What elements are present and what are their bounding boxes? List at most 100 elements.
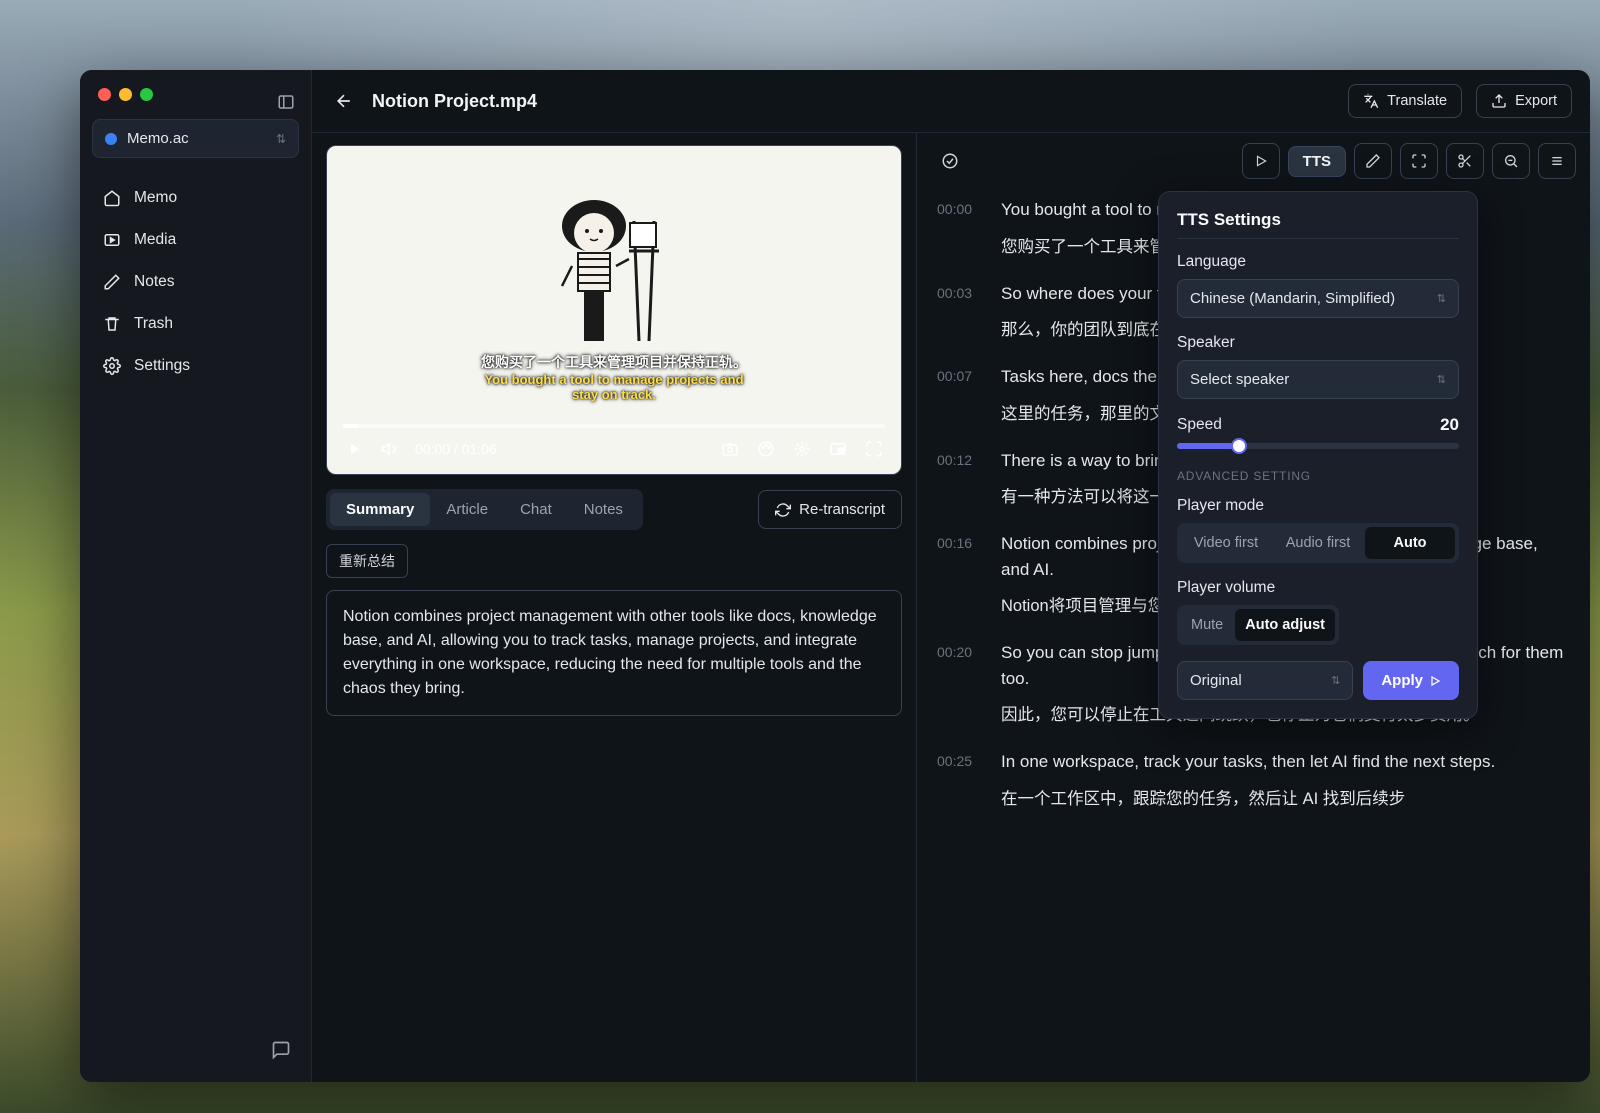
export-label: Export (1515, 93, 1557, 109)
sidebar-item-media[interactable]: Media (92, 220, 299, 260)
transcript-time: 00:12 (937, 448, 983, 518)
tts-button[interactable]: TTS (1288, 146, 1346, 177)
tts-popup-title: TTS Settings (1177, 210, 1459, 230)
translate-icon (1363, 93, 1379, 109)
play-icon[interactable] (343, 438, 365, 460)
transcript-row[interactable]: 00:25 In one workspace, track your tasks… (937, 749, 1570, 819)
app-window: Memo.ac ⇅ Memo Media Notes Trash (80, 70, 1590, 1082)
tab-chat[interactable]: Chat (504, 493, 568, 526)
palette-icon[interactable] (755, 438, 777, 460)
sidebar-toggle-button[interactable] (272, 88, 300, 116)
player-volume-mute[interactable]: Mute (1181, 609, 1233, 641)
edit-button[interactable] (1354, 143, 1392, 179)
retranscript-label: Re-transcript (799, 501, 885, 518)
player-mode-video-first[interactable]: Video first (1181, 527, 1271, 559)
sidebar-item-notes[interactable]: Notes (92, 262, 299, 302)
subtitle-overlay: 您购买了一个工具来管理项目并保持正轨。 You bought a tool to… (471, 352, 758, 402)
sidebar-item-label: Memo (134, 189, 177, 207)
translate-label: Translate (1387, 93, 1447, 109)
play-rect-icon (102, 230, 122, 250)
sidebar-item-trash[interactable]: Trash (92, 304, 299, 344)
menu-button[interactable] (1538, 143, 1576, 179)
volume-icon[interactable] (379, 438, 401, 460)
workspace-name: Memo.ac (127, 130, 266, 147)
speaker-select[interactable]: Select speaker ⇅ (1177, 360, 1459, 399)
transcript-time: 00:20 (937, 640, 983, 735)
transcript-time: 00:03 (937, 281, 983, 351)
search-button[interactable] (1492, 143, 1530, 179)
player-mode-auto[interactable]: Auto (1365, 527, 1455, 559)
player-mode-label: Player mode (1177, 497, 1459, 515)
fullscreen-icon[interactable] (863, 438, 885, 460)
transcript-time: 00:25 (937, 749, 983, 819)
speed-label: Speed (1177, 416, 1222, 434)
player-volume-segments: Mute Auto adjust (1177, 605, 1339, 645)
pencil-icon (102, 272, 122, 292)
subtitle-en: You bought a tool to manage projects and… (471, 372, 758, 402)
language-value: Chinese (Mandarin, Simplified) (1190, 290, 1395, 307)
resummarize-chip[interactable]: 重新总结 (326, 544, 408, 578)
sidebar-item-settings[interactable]: Settings (92, 346, 299, 386)
player-volume-auto-adjust[interactable]: Auto adjust (1235, 609, 1335, 641)
sidebar-item-memo[interactable]: Memo (92, 178, 299, 218)
tts-label: TTS (1303, 153, 1331, 170)
transcript-time: 00:16 (937, 531, 983, 626)
sidebar-item-label: Media (134, 231, 176, 249)
video-time: 00:00 / 01:06 (415, 441, 497, 457)
chat-bubble-icon[interactable] (271, 1040, 291, 1060)
language-select[interactable]: Chinese (Mandarin, Simplified) ⇅ (1177, 279, 1459, 318)
minimize-window-button[interactable] (119, 88, 132, 101)
left-pane: 您购买了一个工具来管理项目并保持正轨。 You bought a tool to… (312, 133, 917, 1082)
summary-text: Notion combines project management with … (326, 590, 902, 716)
pip-icon[interactable] (827, 438, 849, 460)
gear-icon (102, 356, 122, 376)
player-mode-audio-first[interactable]: Audio first (1273, 527, 1363, 559)
back-button[interactable] (330, 87, 358, 115)
play-icon (1429, 675, 1441, 687)
main-area: Notion Project.mp4 Translate Export (312, 70, 1590, 1082)
tab-article[interactable]: Article (430, 493, 504, 526)
sidebar: Memo.ac ⇅ Memo Media Notes Trash (80, 70, 312, 1082)
expand-button[interactable] (1400, 143, 1438, 179)
translate-button[interactable]: Translate (1348, 84, 1462, 118)
transcript-time: 00:00 (937, 197, 983, 267)
transcript-text-en: In one workspace, track your tasks, then… (1001, 749, 1570, 775)
retranscript-button[interactable]: Re-transcript (758, 490, 902, 529)
tab-notes[interactable]: Notes (568, 493, 639, 526)
home-icon (102, 188, 122, 208)
sidebar-item-label: Notes (134, 273, 175, 291)
tabs-group: Summary Article Chat Notes (326, 489, 643, 530)
gear-icon[interactable] (791, 438, 813, 460)
tab-summary[interactable]: Summary (330, 493, 430, 526)
original-select[interactable]: Original ⇅ (1177, 661, 1353, 700)
speaker-value: Select speaker (1190, 371, 1289, 388)
export-icon (1491, 93, 1507, 109)
tabs-row: Summary Article Chat Notes Re-transcript (326, 489, 902, 530)
video-controls: 00:00 / 01:06 (327, 428, 901, 474)
speed-slider[interactable] (1177, 443, 1459, 449)
close-window-button[interactable] (98, 88, 111, 101)
export-button[interactable]: Export (1476, 84, 1572, 118)
apply-label: Apply (1381, 672, 1423, 689)
play-button[interactable] (1242, 143, 1280, 179)
language-label: Language (1177, 253, 1459, 271)
workspace-selector[interactable]: Memo.ac ⇅ (92, 119, 299, 158)
window-controls (92, 84, 299, 119)
original-value: Original (1190, 672, 1242, 689)
page-title: Notion Project.mp4 (372, 91, 1334, 112)
subtitle-zh: 您购买了一个工具来管理项目并保持正轨。 (471, 352, 758, 372)
refresh-icon (775, 502, 791, 518)
camera-icon[interactable] (719, 438, 741, 460)
maximize-window-button[interactable] (140, 88, 153, 101)
scissors-button[interactable] (1446, 143, 1484, 179)
chevron-updown-icon: ⇅ (1437, 292, 1446, 305)
topbar: Notion Project.mp4 Translate Export (312, 70, 1590, 133)
sidebar-item-label: Trash (134, 315, 173, 333)
check-circle-button[interactable] (931, 143, 969, 179)
right-pane: TTS (917, 133, 1590, 1082)
right-toolbar: TTS (917, 133, 1590, 189)
speed-value: 20 (1440, 415, 1459, 435)
video-player[interactable]: 您购买了一个工具来管理项目并保持正轨。 You bought a tool to… (326, 145, 902, 475)
apply-button[interactable]: Apply (1363, 661, 1459, 700)
video-illustration (534, 171, 694, 371)
